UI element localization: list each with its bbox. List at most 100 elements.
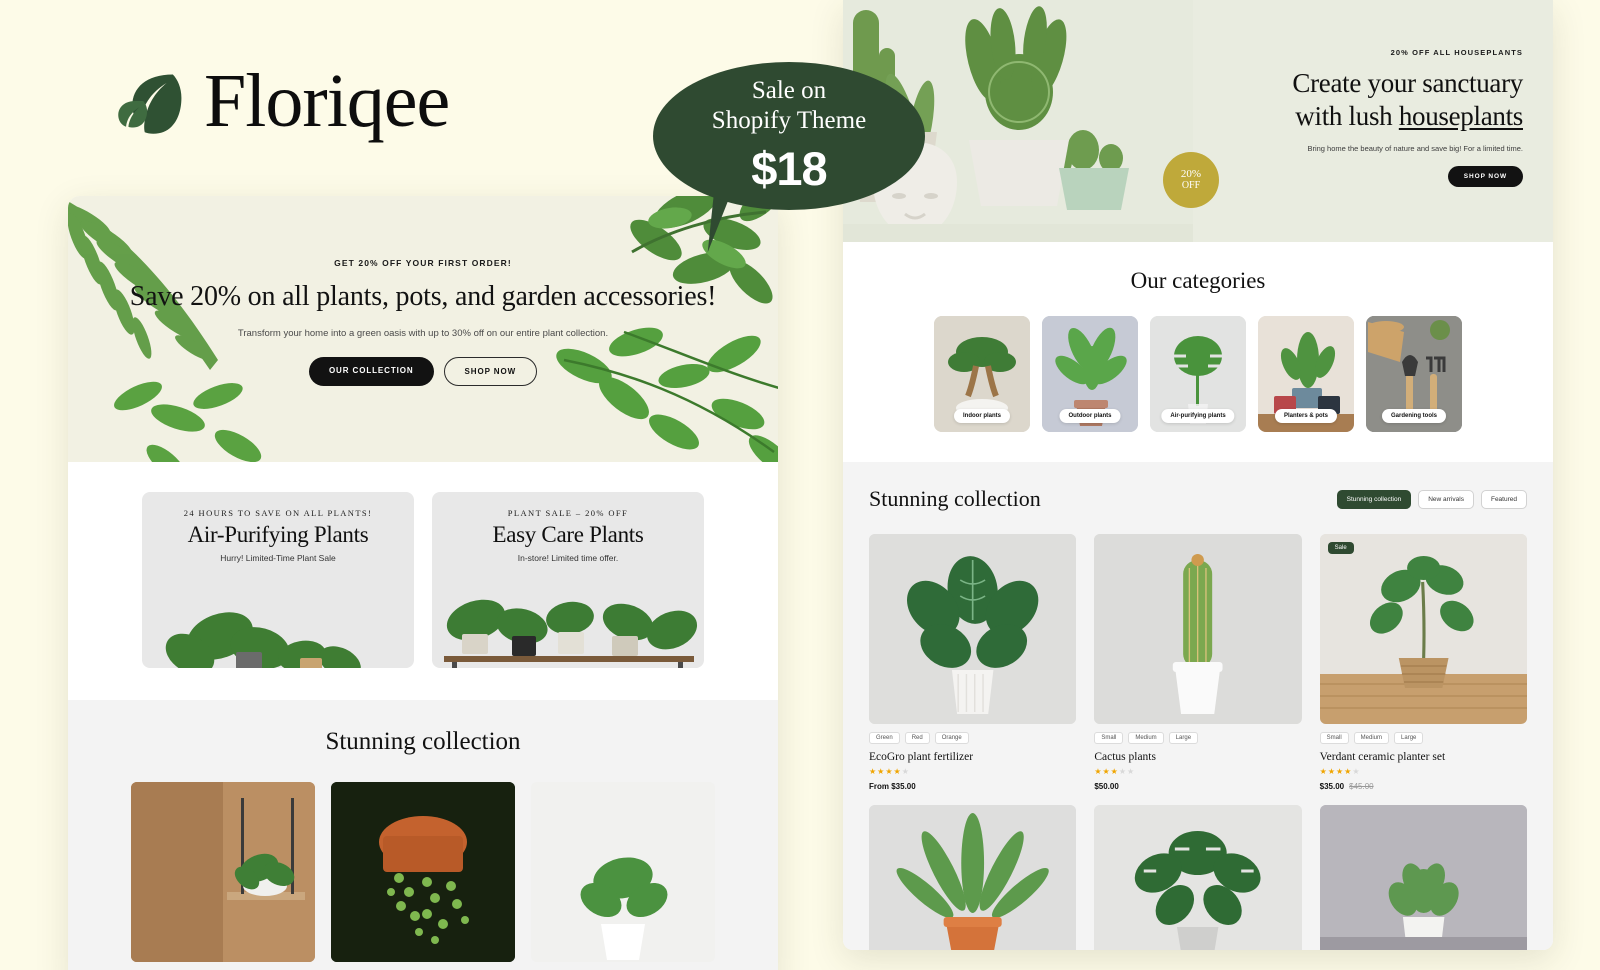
category-label: Air-purifying plants: [1161, 409, 1235, 423]
tab-featured[interactable]: Featured: [1480, 489, 1527, 509]
discount-badge: 20% OFF: [1163, 152, 1219, 208]
product-image[interactable]: [869, 805, 1077, 950]
succulent-photo-icon: [1319, 805, 1527, 950]
left-hero-title: Save 20% on all plants, pots, and garden…: [129, 281, 717, 312]
brand-logo[interactable]: Floriqee: [112, 59, 450, 143]
product-card-cactus-plants[interactable]: Small Medium Large Cactus plants ★★★★★ $…: [1094, 534, 1302, 791]
product-card-ecogro-plant-fertilizer[interactable]: Green Red Orange EcoGro plant fertilizer…: [869, 534, 1077, 791]
sale-bubble-line2: Shopify Theme: [711, 106, 867, 134]
product-rating: ★★★★★: [1319, 767, 1361, 776]
brand-name: Floriqee: [204, 59, 450, 143]
product-image[interactable]: [869, 534, 1077, 724]
variant-chips: Small Medium Large: [1319, 732, 1527, 744]
right-hero: 20% OFF 20% OFF ALL HOUSEPLANTS Create y…: [843, 0, 1553, 242]
product-image[interactable]: Sale: [1319, 534, 1527, 724]
left-preview-panel: GET 20% OFF YOUR FIRST ORDER! Save 20% o…: [68, 196, 778, 970]
variant-chip[interactable]: Green: [869, 732, 900, 744]
variant-chip[interactable]: Small: [1094, 732, 1124, 744]
right-collection-section: Stunning collection Stunning collection …: [843, 462, 1553, 950]
right-hero-subtitle: Bring home the beauty of nature and save…: [1307, 143, 1523, 153]
leaf-icon: [118, 74, 182, 134]
product-name: EcoGro plant fertilizer: [869, 751, 974, 763]
hanging-plant-photo-icon: [131, 782, 315, 962]
promo-title: Easy Care Plants: [492, 522, 644, 547]
left-collection-section: Stunning collection: [68, 700, 778, 970]
right-hero-eyebrow: 20% OFF ALL HOUSEPLANTS: [1390, 48, 1523, 57]
shop-now-button[interactable]: SHOP NOW: [443, 357, 538, 387]
product-card-row2[interactable]: [869, 805, 1077, 950]
product-image[interactable]: [1094, 534, 1302, 724]
tab-stunning-collection[interactable]: Stunning collection: [1336, 489, 1412, 509]
aloe-photo-icon: [869, 805, 1077, 950]
tab-new-arrivals[interactable]: New arrivals: [1418, 489, 1474, 509]
category-row: Indoor plants Outdoor plants Air-purifyi…: [843, 316, 1553, 432]
product-price: From $35.00: [869, 782, 1076, 791]
variant-chips: Green Red Orange: [869, 732, 1076, 744]
left-product-grid: [68, 756, 778, 962]
discount-badge-percent: 20%: [1180, 167, 1202, 180]
promo-title: Air-Purifying Plants: [187, 522, 369, 547]
promo-eyebrow: 24 HOURS TO SAVE ON ALL PLANTS!: [183, 508, 373, 518]
left-collection-heading: Stunning collection: [325, 728, 521, 755]
categories-heading: Our categories: [1130, 268, 1266, 293]
variant-chip[interactable]: Small: [1319, 732, 1349, 744]
product-card-row2[interactable]: [1319, 805, 1527, 950]
right-hero-content: 20% OFF ALL HOUSEPLANTS Create your sanc…: [1093, 48, 1523, 187]
right-preview-panel: 20% OFF 20% OFF ALL HOUSEPLANTS Create y…: [843, 0, 1553, 950]
left-product-card[interactable]: [131, 782, 315, 962]
left-hero-subtitle: Transform your home into a green oasis w…: [237, 328, 609, 340]
potted-plant-photo-icon: [531, 782, 715, 962]
promo-card-air-purifying[interactable]: 24 HOURS TO SAVE ON ALL PLANTS! Air-Puri…: [142, 492, 414, 668]
product-price: $50.00: [1094, 782, 1301, 791]
left-product-card[interactable]: [331, 782, 515, 962]
page-root: Floriqee GET 20% OFF YOUR FIRST ORDER! S…: [0, 0, 1600, 970]
product-image[interactable]: [1319, 805, 1527, 950]
calathea-photo-icon: [869, 534, 1077, 724]
product-price-old: $45.00: [1349, 782, 1374, 791]
variant-chip[interactable]: Medium: [1353, 732, 1390, 744]
left-hero-content: GET 20% OFF YOUR FIRST ORDER! Save 20% o…: [68, 196, 778, 387]
categories-section: Our categories Indoor plants Outdoor pla…: [843, 242, 1553, 462]
category-card-indoor-plants[interactable]: Indoor plants: [934, 316, 1030, 432]
string-of-pearls-photo-icon: [331, 782, 515, 962]
collection-filter-tabs: Stunning collection New arrivals Feature…: [1336, 489, 1527, 509]
variant-chips: Small Medium Large: [1094, 732, 1301, 744]
category-card-planters-pots[interactable]: Planters & pots: [1258, 316, 1354, 432]
left-hero-buttons: OUR COLLECTION SHOP NOW: [68, 357, 778, 387]
left-promo-row: 24 HOURS TO SAVE ON ALL PLANTS! Air-Puri…: [68, 462, 778, 700]
left-hero: GET 20% OFF YOUR FIRST ORDER! Save 20% o…: [68, 196, 778, 462]
product-name: Cactus plants: [1094, 751, 1156, 763]
right-hero-title-line1: Create your sanctuary: [1292, 68, 1523, 98]
plant-shelf-photo-icon: [444, 599, 698, 668]
variant-chip[interactable]: Orange: [934, 732, 969, 744]
product-card-verdant-ceramic-planter-set[interactable]: Sale Small Medium Large Verdant ceramic …: [1319, 534, 1527, 791]
variant-chip[interactable]: Large: [1394, 732, 1424, 744]
promo-subtitle: Hurry! Limited-Time Plant Sale: [220, 553, 336, 563]
product-rating: ★★★★★: [869, 767, 910, 776]
variant-chip[interactable]: Medium: [1128, 732, 1164, 744]
promo-card-easy-care[interactable]: PLANT SALE – 20% OFF Easy Care Plants In…: [432, 492, 704, 668]
discount-badge-off: OFF: [1181, 179, 1201, 191]
product-price: $35.00 $45.00: [1320, 782, 1527, 791]
cactus-photo-icon: [1094, 534, 1302, 724]
product-price-current: From $35.00: [869, 782, 916, 791]
category-card-air-purifying-plants[interactable]: Air-purifying plants: [1150, 316, 1246, 432]
right-hero-title: Create your sanctuary with lush housepla…: [1093, 67, 1523, 134]
product-price-current: $35.00: [1319, 782, 1345, 791]
product-name: Verdant ceramic planter set: [1319, 751, 1446, 763]
promo-subtitle: In-store! Limited time offer.: [517, 553, 619, 563]
product-card-row2[interactable]: [1094, 805, 1302, 950]
product-grid-row-1: Green Red Orange EcoGro plant fertilizer…: [869, 534, 1527, 791]
category-card-outdoor-plants[interactable]: Outdoor plants: [1042, 316, 1138, 432]
variant-chip[interactable]: Red: [904, 732, 930, 744]
category-label: Gardening tools: [1381, 409, 1447, 423]
right-hero-shop-now-button[interactable]: SHOP NOW: [1447, 165, 1523, 187]
left-product-card[interactable]: [531, 782, 715, 962]
our-collection-button[interactable]: OUR COLLECTION: [308, 357, 434, 387]
product-price-current: $50.00: [1094, 782, 1119, 791]
category-label: Indoor plants: [954, 409, 1010, 423]
variant-chip[interactable]: Large: [1168, 732, 1199, 744]
category-card-gardening-tools[interactable]: Gardening tools: [1366, 316, 1462, 432]
product-image[interactable]: [1094, 805, 1302, 950]
sale-bubble-price: $18: [751, 142, 827, 195]
